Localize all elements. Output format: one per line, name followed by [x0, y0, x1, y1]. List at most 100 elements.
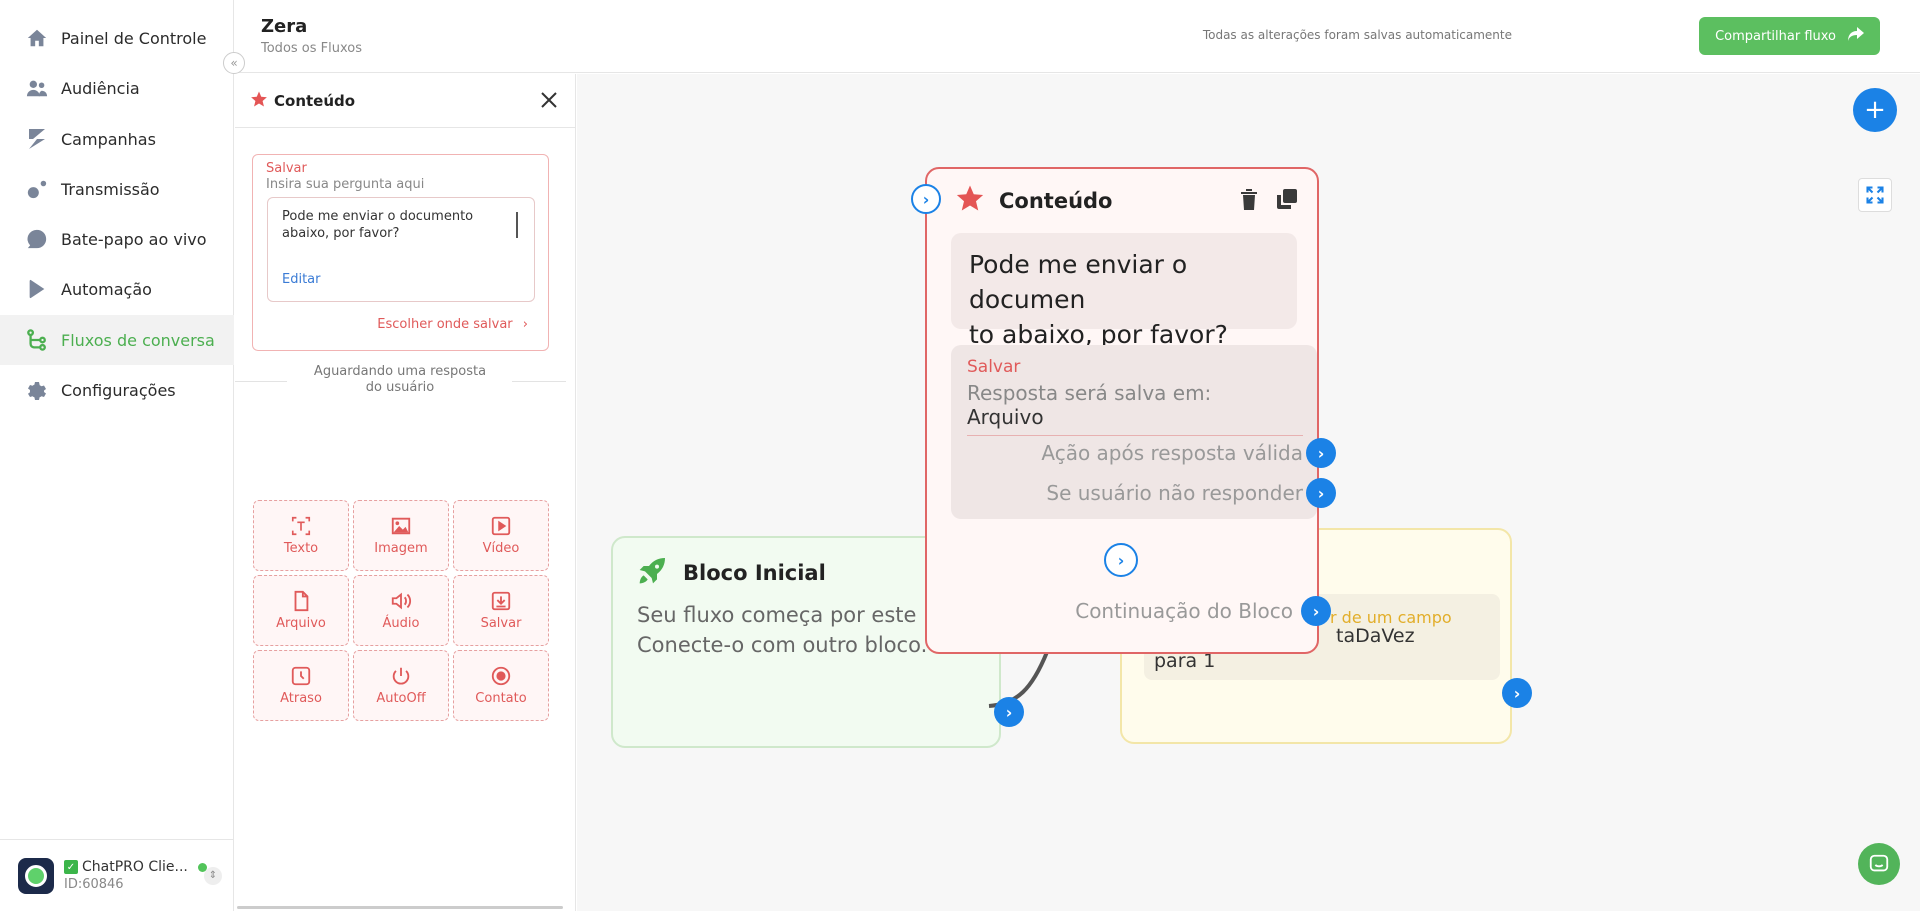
tool-audio-button[interactable]: Áudio	[353, 575, 449, 646]
content-block-title: Conteúdo	[999, 188, 1113, 213]
content-block-node[interactable]: Conteúdo Pode me enviar o documen to aba…	[925, 167, 1319, 654]
chevron-right-icon: ›	[1312, 601, 1320, 621]
sidebar-item-dashboard[interactable]: Painel de Controle	[0, 13, 234, 63]
content-block-input-connector[interactable]: ›	[911, 184, 941, 214]
campaign-icon	[25, 127, 49, 151]
flow-icon	[25, 328, 49, 352]
message-box[interactable]: Pode me enviar o documento abaixo, por f…	[267, 197, 535, 302]
chevron-right-icon: ›	[1317, 443, 1325, 463]
autosave-status: Todas as alterações foram salvas automat…	[1202, 28, 1512, 42]
valid-response-connector[interactable]: ›	[1306, 438, 1336, 468]
chevron-right-icon: ›	[1005, 702, 1013, 722]
content-save-section: Salvar Resposta será salva em: Arquivo A…	[951, 345, 1317, 519]
broadcast-icon	[25, 177, 49, 201]
sidebar-item-campaigns[interactable]: Campanhas	[0, 114, 234, 164]
message-text: Pode me enviar o documento abaixo, por f…	[282, 209, 474, 241]
divider	[967, 435, 1303, 436]
sidebar-item-label: Fluxos de conversa	[61, 330, 215, 350]
panel-header: Conteúdo	[235, 74, 575, 128]
collapse-sidebar-button[interactable]: «	[223, 52, 245, 74]
chevron-right-icon: ›	[1117, 550, 1125, 570]
save-label: Salvar	[266, 161, 307, 176]
header: Zera Todos os Fluxos Todas as alterações…	[235, 0, 1920, 73]
chat-bubble-icon	[1869, 854, 1889, 872]
sidebar-item-label: Automação	[61, 279, 152, 299]
sidebar-item-audience[interactable]: Audiência	[0, 63, 234, 113]
share-flow-button[interactable]: Compartilhar fluxo	[1699, 17, 1880, 55]
fit-view-button[interactable]	[1858, 178, 1892, 212]
no-response-connector[interactable]: ›	[1306, 478, 1336, 508]
tool-video-button[interactable]: Vídeo	[453, 500, 549, 571]
chat-icon	[25, 227, 49, 251]
account-switcher[interactable]: ✓ ChatPRO Clie... ID:60846 ⇕	[0, 839, 234, 911]
trash-icon[interactable]	[1239, 187, 1259, 215]
verified-check-icon: ✓	[64, 860, 78, 874]
tool-save-button[interactable]: Salvar	[453, 575, 549, 646]
plus-icon: +	[1864, 95, 1886, 125]
page-title: Zera	[261, 16, 308, 37]
content-editor-panel: Conteúdo Salvar Insira sua pergunta aqui…	[235, 74, 576, 911]
sidebar-item-label: Transmissão	[61, 179, 160, 199]
automation-icon	[25, 277, 49, 301]
content-save-placeholder: Resposta será salva em:	[967, 381, 1212, 405]
start-block-output-connector[interactable]: ›	[994, 697, 1024, 727]
home-icon	[25, 26, 49, 50]
sidebar-item-settings[interactable]: Configurações	[0, 365, 234, 415]
tool-autooff-button[interactable]: AutoOff	[353, 650, 449, 721]
contact-icon	[491, 666, 511, 686]
panel-title: Conteúdo	[274, 91, 356, 110]
close-panel-button[interactable]	[537, 88, 561, 112]
tool-text-button[interactable]: Texto	[253, 500, 349, 571]
duplicate-icon[interactable]	[1275, 187, 1299, 215]
sidebar-item-live-chat[interactable]: Bate-papo ao vivo	[0, 214, 234, 264]
add-block-button[interactable]: +	[1853, 88, 1897, 132]
flow-canvas[interactable]: Bloco Inicial Seu fluxo começa por este …	[577, 74, 1920, 911]
tool-file-button[interactable]: Arquivo	[253, 575, 349, 646]
content-tools-grid: Texto Imagem Vídeo Arquivo Áudio Salvar …	[253, 500, 549, 721]
tool-label: Arquivo	[276, 616, 326, 631]
sidebar-item-broadcast[interactable]: Transmissão	[0, 164, 234, 214]
expand-icon	[1866, 186, 1884, 204]
tool-delay-button[interactable]: Atraso	[253, 650, 349, 721]
save-icon	[491, 591, 511, 611]
tool-image-button[interactable]: Imagem	[353, 500, 449, 571]
star-icon	[955, 183, 985, 218]
sidebar-item-conversation-flows[interactable]: Fluxos de conversa	[0, 315, 234, 365]
message-scrollbar[interactable]	[516, 212, 518, 238]
choose-save-label: Escolher onde salvar	[377, 317, 513, 332]
choose-save-location-link[interactable]: Escolher onde salvar ›	[377, 317, 528, 332]
edit-message-link[interactable]: Editar	[282, 272, 321, 287]
question-card: Salvar Insira sua pergunta aqui Pode me …	[252, 154, 549, 351]
account-name: ChatPRO Clie...	[82, 858, 188, 875]
support-chat-button[interactable]	[1858, 843, 1900, 885]
rocket-icon	[637, 554, 669, 591]
divider	[235, 381, 287, 382]
chevron-right-icon: ›	[922, 189, 930, 209]
users-icon	[25, 76, 49, 100]
add-content-connector[interactable]: ›	[1104, 543, 1138, 577]
file-icon	[294, 590, 309, 612]
set-field-output-connector[interactable]: ›	[1502, 678, 1532, 708]
sidebar-item-automation[interactable]: Automação	[0, 264, 234, 314]
divider	[512, 381, 566, 382]
tool-label: Contato	[475, 691, 527, 706]
sidebar-item-label: Audiência	[61, 78, 140, 98]
audio-icon	[391, 592, 412, 610]
share-arrow-icon	[1848, 27, 1864, 45]
chevron-updown-icon[interactable]: ⇕	[204, 866, 222, 885]
tool-label: AutoOff	[376, 691, 426, 706]
sidebar-item-label: Bate-papo ao vivo	[61, 229, 207, 249]
chevron-right-icon: ›	[522, 317, 528, 332]
close-icon	[541, 92, 557, 108]
star-icon	[250, 90, 268, 112]
panel-horizontal-scrollbar[interactable]	[237, 906, 563, 909]
awaiting-response-text: Aguardando uma resposta do usuário	[313, 364, 487, 395]
question-placeholder: Insira sua pergunta aqui	[266, 177, 425, 192]
share-flow-label: Compartilhar fluxo	[1715, 28, 1836, 44]
continuation-connector[interactable]: ›	[1301, 596, 1331, 626]
double-chevron-left-icon: «	[230, 56, 238, 70]
tool-contact-button[interactable]: Contato	[453, 650, 549, 721]
block-continuation-label: Continuação do Bloco	[1075, 599, 1293, 623]
account-id: ID:60846	[64, 876, 124, 892]
breadcrumb-all-flows[interactable]: Todos os Fluxos	[261, 41, 362, 56]
